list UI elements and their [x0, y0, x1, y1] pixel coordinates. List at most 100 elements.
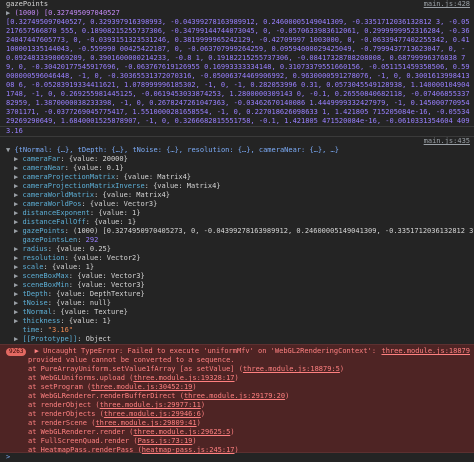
error-message: Uncaught TypeError: Failed to execute 'u…	[43, 347, 377, 355]
property-key: time	[22, 326, 40, 334]
object-property-row[interactable]: ▶ distanceExponent: {value: 1}	[0, 209, 474, 218]
paren-close: )	[196, 419, 201, 427]
paren-open: (	[95, 410, 104, 418]
property-key: radius	[22, 245, 48, 253]
property-value: Object	[85, 335, 111, 343]
property-value: "3.16"	[47, 326, 74, 334]
property-colon: :	[144, 182, 154, 190]
object-property-row[interactable]: time: "3.16"	[0, 326, 474, 335]
property-key: tDepth	[22, 290, 48, 298]
stack-frame: at PureArrayUniform.setValue1fArray [as …	[6, 365, 474, 374]
stack-frame-link[interactable]: three.module.js:29625:5	[133, 428, 230, 436]
paren-close: )	[200, 401, 206, 409]
object-property-row[interactable]: ▶ [[Prototype]]: Object	[0, 335, 474, 344]
property-value: {value: 1}	[94, 218, 137, 226]
property-key: cameraWorldPos	[22, 200, 82, 208]
object-property-row[interactable]: ▶ cameraWorldPos: {value: Vector3}	[0, 200, 474, 209]
object-property-row[interactable]: ▶ cameraWorldMatrix: {value: Matrix4}	[0, 191, 474, 200]
log-label: gazePoints	[6, 0, 49, 8]
property-colon: :	[47, 290, 57, 298]
property-key: resolution	[22, 254, 65, 262]
object-property-row[interactable]: ▶ distanceFallOff: {value: 1}	[0, 218, 474, 227]
property-key: scale	[22, 263, 44, 271]
stack-frame-link[interactable]: three.module.js:29809:41	[95, 419, 196, 427]
object-property-row[interactable]: ▶ cameraProjectionMatrixInverse: {value:…	[0, 182, 474, 191]
stack-frame-link[interactable]: Pass.js:73:19	[138, 437, 193, 445]
object-head[interactable]: ▼ {tNormal: {…}, tDepth: {…}, tNoise: {……	[0, 146, 474, 155]
array-values: [0.327495097040527, 0.329397916398993, -…	[6, 18, 470, 125]
object-property-row[interactable]: ▶ cameraFar: {value: 20000}	[0, 155, 474, 164]
property-value: {value: Vector3}	[89, 200, 158, 208]
stack-frame-link[interactable]: heatmap-pass.js:245:17	[142, 446, 235, 454]
property-colon: :	[81, 200, 90, 208]
stack-frame-function: at HeatmapPass.renderPass	[28, 446, 134, 454]
stack-frame-function: at setProgram	[28, 383, 83, 391]
log-entry-gazepoints: gazePoints main.js:428	[0, 0, 474, 9]
expand-arrow-icon[interactable]: ▼	[6, 146, 10, 154]
object-property-row[interactable]: ▶ gazePoints: (1000) [0.3274950970405273…	[0, 227, 474, 236]
paren-open: (	[91, 401, 100, 409]
paren-close: )	[192, 383, 197, 391]
stack-frame: at setProgram (three.module.js:30452:19)	[6, 383, 474, 392]
stack-frame: at renderObjects (three.module.js:29946:…	[6, 410, 474, 419]
paren-open: (	[129, 437, 138, 445]
paren-close: )	[234, 374, 239, 382]
stack-frame-link[interactable]: three.module.js:18879:5	[243, 365, 340, 373]
object-property-row[interactable]: ▶ cameraProjectionMatrix: {value: Matrix…	[0, 173, 474, 182]
array-head: (1000) [0.327495097040527	[14, 9, 120, 17]
stack-frame-function: at WebGLUniforms.upload	[28, 374, 125, 382]
object-property-row[interactable]: ▶ resolution: {value: Vector2}	[0, 254, 474, 263]
property-key: tNormal	[22, 308, 52, 316]
object-property-row[interactable]: ▶ tDepth: {value: DepthTexture}	[0, 290, 474, 299]
object-property-row[interactable]: ▶ thickness: {value: 1}	[0, 317, 474, 326]
property-colon: :	[77, 236, 86, 244]
object-property-row[interactable]: gazePointsLen: 292	[0, 236, 474, 245]
error-source-link[interactable]: three.module.js:18879	[381, 347, 470, 356]
stack-frame-function: at renderObjects	[28, 410, 96, 418]
property-key: distanceFallOff	[22, 218, 86, 226]
object-summary: {tNormal: {…}, tDepth: {…}, tNoise: {…},…	[14, 146, 339, 154]
stack-frame-link[interactable]: three.module.js:29179:20	[184, 392, 285, 400]
object-property-row[interactable]: ▶ scale: {value: 1}	[0, 263, 474, 272]
property-colon: :	[64, 164, 74, 172]
paren-close: )	[192, 437, 197, 445]
property-value: {value: 0.1}	[73, 164, 124, 172]
paren-open: (	[133, 446, 142, 454]
stack-frame: at WebGLRenderer.render (three.module.js…	[6, 428, 474, 437]
object-property-row[interactable]: ▶ radius: {value: 0.25}	[0, 245, 474, 254]
property-key: cameraNear	[22, 164, 65, 172]
stack-frame-link[interactable]: three.module.js:30452:19	[91, 383, 192, 391]
object-property-row[interactable]: ▶ sceneBoxMax: {value: Vector3}	[0, 272, 474, 281]
stack-frame: at renderScene (three.module.js:29809:41…	[6, 419, 474, 428]
property-colon: :	[68, 281, 78, 289]
expand-arrow-icon[interactable]: ▶	[35, 347, 39, 355]
stack-frame-link[interactable]: three.module.js:29946:6	[104, 410, 201, 418]
property-value: {value: 1}	[51, 263, 95, 271]
property-colon: :	[47, 245, 57, 253]
property-colon: :	[115, 173, 124, 181]
property-value: {value: Matrix4}	[102, 191, 170, 199]
paren-close: )	[285, 392, 290, 400]
stack-frame-link[interactable]: three.module.js:29977:11	[100, 401, 201, 409]
source-link[interactable]: main.js:435	[424, 137, 470, 146]
property-value: {value: DepthTexture}	[56, 290, 145, 298]
paren-close: )	[339, 365, 345, 373]
object-property-row[interactable]: ▶ cameraNear: {value: 0.1}	[0, 164, 474, 173]
property-colon: :	[94, 191, 103, 199]
stack-frame: at FullScreenQuad.render (Pass.js:73:19)	[6, 437, 474, 446]
property-colon: :	[77, 335, 86, 343]
object-property-row[interactable]: ▶ sceneBoxMin: {value: Vector3}	[0, 281, 474, 290]
stack-frame-function: at renderScene	[28, 419, 88, 427]
stack-frame: at HeatmapPass.renderPass (heatmap-pass.…	[6, 446, 474, 455]
expand-arrow-icon[interactable]: ▶	[6, 9, 10, 17]
paren-open: (	[234, 365, 243, 373]
paren-open: (	[175, 392, 184, 400]
property-value: {value: 1}	[68, 317, 111, 325]
paren-close: )	[200, 410, 206, 418]
array-preview[interactable]: ▶ (1000) [0.327495097040527	[0, 9, 474, 18]
source-link[interactable]: main.js:428	[424, 0, 470, 9]
object-property-row[interactable]: ▶ tNoise: {value: null}	[0, 299, 474, 308]
log-entry-uniforms: main.js:435	[0, 136, 474, 146]
object-property-row[interactable]: ▶ tNormal: {value: Texture}	[0, 308, 474, 317]
stack-frame-link[interactable]: three.module.js:19328:17	[133, 374, 234, 382]
